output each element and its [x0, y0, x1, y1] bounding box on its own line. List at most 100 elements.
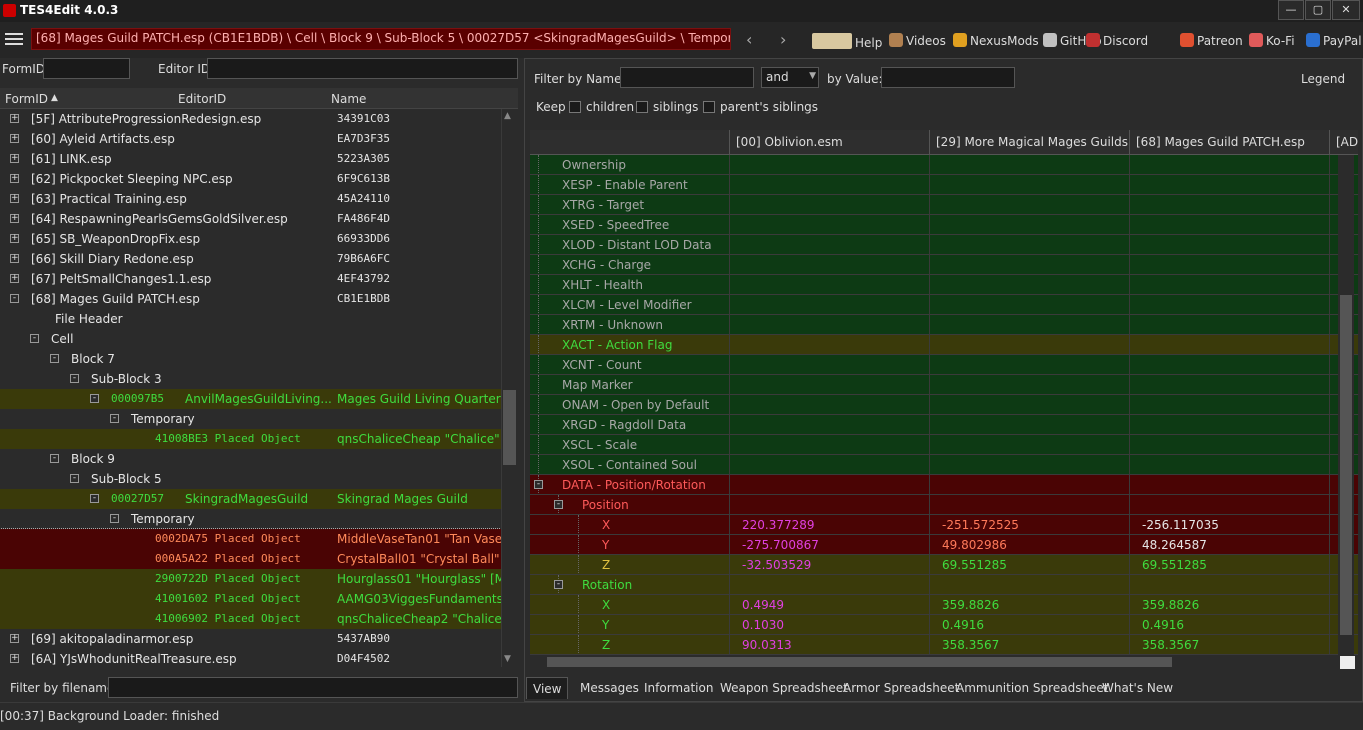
grid-column-header[interactable]: [68] Mages Guild PATCH.esp: [1130, 130, 1330, 155]
tab-weapon-spreadsheet[interactable]: Weapon Spreadsheet: [714, 677, 854, 699]
collapse-icon[interactable]: -: [10, 294, 19, 303]
grid-value-cell[interactable]: 358.3567: [1130, 635, 1330, 655]
tree-row[interactable]: + [67] PeltSmallChanges1.1.esp 4EF43792: [0, 269, 501, 289]
grid-value-cell[interactable]: [930, 155, 1130, 175]
column-editorid[interactable]: EditorID: [178, 92, 226, 106]
tree-row[interactable]: - Temporary: [0, 509, 501, 529]
grid-row[interactable]: X 0.4949 359.8826 359.8826: [530, 595, 1358, 615]
keep-checkbox[interactable]: [569, 101, 581, 113]
keep-option-2[interactable]: parent's siblings: [703, 100, 818, 114]
hamburger-menu-icon[interactable]: [5, 33, 23, 47]
tree-row[interactable]: 41008BE3 Placed Object qnsChaliceCheap "C…: [0, 429, 501, 449]
grid-value-cell[interactable]: [1130, 495, 1330, 515]
grid-row[interactable]: - Position: [530, 495, 1358, 515]
tree-scrollbar-thumb[interactable]: [503, 390, 516, 465]
grid-row[interactable]: XRTM - Unknown: [530, 315, 1358, 335]
grid-value-cell[interactable]: 359.8826: [930, 595, 1130, 615]
grid-row[interactable]: XLCM - Level Modifier: [530, 295, 1358, 315]
collapse-icon[interactable]: -: [110, 514, 119, 523]
toolbar-link-videos[interactable]: Videos: [889, 33, 946, 48]
grid-hscroll-thumb[interactable]: [547, 657, 1172, 667]
collapse-icon[interactable]: -: [70, 374, 79, 383]
grid-value-cell[interactable]: [1130, 475, 1330, 495]
expand-icon[interactable]: +: [10, 234, 19, 243]
grid-value-cell[interactable]: [930, 215, 1130, 235]
grid-value-cell[interactable]: [730, 475, 930, 495]
grid-value-cell[interactable]: [930, 375, 1130, 395]
grid-value-cell[interactable]: [1130, 315, 1330, 335]
tree-row[interactable]: - Sub-Block 3: [0, 369, 501, 389]
tree-row[interactable]: + [69] akitopaladinarmor.esp 5437AB90: [0, 629, 501, 649]
grid-value-cell[interactable]: [930, 335, 1130, 355]
grid-row[interactable]: Z -32.503529 69.551285 69.551285: [530, 555, 1358, 575]
grid-column-header[interactable]: [29] More Magical Mages Guilds ...: [930, 130, 1130, 155]
grid-value-cell[interactable]: [730, 455, 930, 475]
grid-value-cell[interactable]: [730, 395, 930, 415]
collapse-icon[interactable]: -: [90, 494, 99, 503]
tree-row[interactable]: + [6A] YJsWhodunitRealTreasure.esp D04F450…: [0, 649, 501, 667]
grid-value-cell[interactable]: [930, 175, 1130, 195]
grid-value-cell[interactable]: 358.3567: [930, 635, 1130, 655]
tree-row[interactable]: - Sub-Block 5: [0, 469, 501, 489]
tree-row[interactable]: - 000097B5 AnvilMagesGuildLiving... Mages G…: [0, 389, 501, 409]
tree-row[interactable]: - Cell: [0, 329, 501, 349]
grid-value-cell[interactable]: [730, 495, 930, 515]
expand-icon[interactable]: +: [10, 214, 19, 223]
expand-icon[interactable]: +: [10, 654, 19, 663]
grid-value-cell[interactable]: [930, 195, 1130, 215]
tree-row[interactable]: 2900722D Placed Object Hourglass01 "Hourg…: [0, 569, 501, 589]
tree-row[interactable]: + [63] Practical Training.esp 45A24110: [0, 189, 501, 209]
filter-filename-input[interactable]: [108, 677, 518, 698]
tree-row[interactable]: + [64] RespawningPearlsGemsGoldSilver.esp…: [0, 209, 501, 229]
grid-row[interactable]: XLOD - Distant LOD Data: [530, 235, 1358, 255]
grid-row[interactable]: XSCL - Scale: [530, 435, 1358, 455]
grid-value-cell[interactable]: [730, 195, 930, 215]
grid-value-cell[interactable]: [1130, 215, 1330, 235]
tree-scrollbar[interactable]: [501, 109, 518, 667]
grid-value-cell[interactable]: [930, 355, 1130, 375]
grid-column-header[interactable]: [AD: [1330, 130, 1358, 155]
tab-ammunition-spreadsheet[interactable]: Ammunition Spreadsheet: [950, 677, 1115, 699]
tree-row[interactable]: 0002DA75 Placed Object MiddleVaseTan01 "T…: [0, 528, 501, 550]
grid-value-cell[interactable]: 69.551285: [930, 555, 1130, 575]
grid-value-cell[interactable]: [1130, 355, 1330, 375]
grid-value-cell[interactable]: 48.264587: [1130, 535, 1330, 555]
tree-row[interactable]: File Header: [0, 309, 501, 329]
grid-value-cell[interactable]: [930, 495, 1130, 515]
collapse-icon[interactable]: -: [554, 580, 563, 589]
tree-row[interactable]: - Block 9: [0, 449, 501, 469]
grid-value-cell[interactable]: -256.117035: [1130, 515, 1330, 535]
grid-value-cell[interactable]: [730, 335, 930, 355]
grid-row[interactable]: - DATA - Position/Rotation: [530, 475, 1358, 495]
grid-row[interactable]: XTRG - Target: [530, 195, 1358, 215]
toolbar-link-ko-fi[interactable]: Ko-Fi: [1249, 33, 1295, 48]
expand-icon[interactable]: +: [10, 634, 19, 643]
grid-value-cell[interactable]: [1130, 295, 1330, 315]
grid-value-cell[interactable]: [930, 255, 1130, 275]
expand-icon[interactable]: +: [10, 154, 19, 163]
grid-value-cell[interactable]: [930, 475, 1130, 495]
grid-value-cell[interactable]: [730, 415, 930, 435]
grid-vscroll-thumb[interactable]: [1340, 295, 1352, 635]
keep-checkbox[interactable]: [703, 101, 715, 113]
grid-row[interactable]: X 220.377289 -251.572525 -256.117035: [530, 515, 1358, 535]
grid-row[interactable]: ONAM - Open by Default: [530, 395, 1358, 415]
grid-value-cell[interactable]: [930, 275, 1130, 295]
grid-row[interactable]: Z 90.0313 358.3567 358.3567: [530, 635, 1358, 655]
grid-value-cell[interactable]: 0.1030: [730, 615, 930, 635]
grid-value-cell[interactable]: [730, 235, 930, 255]
grid-value-cell[interactable]: [1130, 175, 1330, 195]
tree-row[interactable]: + [5F] AttributeProgressionRedesign.esp 34…: [0, 109, 501, 129]
grid-value-cell[interactable]: [730, 215, 930, 235]
tree-row[interactable]: + [60] Ayleid Artifacts.esp EA7D3F35: [0, 129, 501, 149]
collapse-icon[interactable]: -: [554, 500, 563, 509]
formid-input[interactable]: [43, 58, 130, 79]
grid-value-cell[interactable]: [930, 415, 1130, 435]
grid-vscrollbar[interactable]: [1338, 155, 1354, 655]
grid-value-cell[interactable]: [930, 575, 1130, 595]
filter-value-input[interactable]: [881, 67, 1015, 88]
toolbar-link-paypal[interactable]: PayPal: [1306, 33, 1362, 48]
grid-value-cell[interactable]: [730, 375, 930, 395]
grid-row[interactable]: XRGD - Ragdoll Data: [530, 415, 1358, 435]
editorid-input[interactable]: [207, 58, 518, 79]
